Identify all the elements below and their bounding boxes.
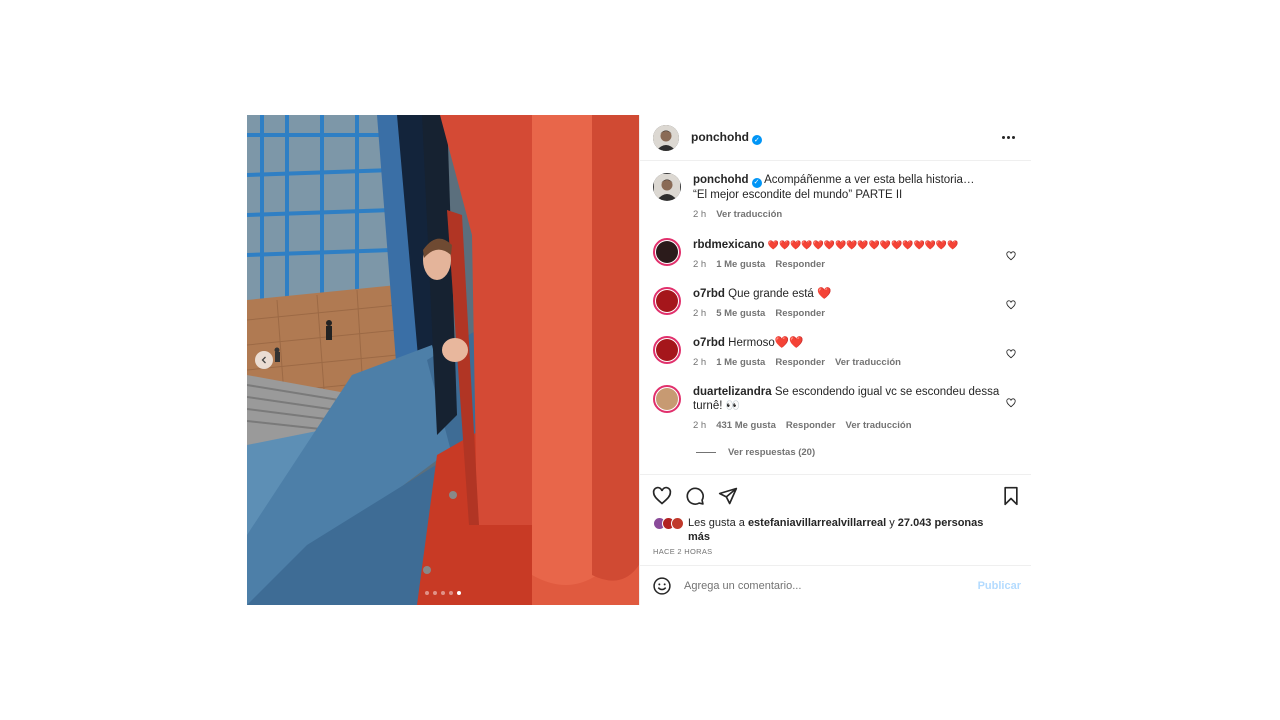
carousel-dot xyxy=(449,591,453,595)
emoji-smile-icon[interactable] xyxy=(652,576,672,596)
likes-summary: Les gusta a estefaniavillarrealvillarrea… xyxy=(640,516,1031,544)
comment-item: duartelizandra Se escondendo igual vc se… xyxy=(653,385,1018,433)
likes-prefix: Les gusta a xyxy=(688,517,745,529)
comment-likes[interactable]: 5 Me gusta xyxy=(716,307,765,321)
liker-avatars[interactable] xyxy=(653,517,684,530)
verified-badge-icon: ✓ xyxy=(751,135,762,145)
commenter-avatar[interactable] xyxy=(653,336,681,364)
comments-list[interactable]: ponchohd ✓ Acompáñenme a ver esta bella h… xyxy=(640,161,1031,474)
see-translation-link[interactable]: Ver traducción xyxy=(716,208,782,222)
like-button[interactable] xyxy=(652,486,672,506)
comment-text: Que grande está ❤️ xyxy=(728,288,832,300)
comment-time: 2 h xyxy=(693,259,707,270)
author-avatar[interactable] xyxy=(653,173,681,201)
dot-icon xyxy=(1012,136,1015,139)
liker-avatar xyxy=(671,517,684,530)
view-replies-button[interactable]: Ver respuestas (20) xyxy=(696,447,1018,458)
comment-text: ❤️❤️❤️❤️❤️❤️❤️❤️❤️❤️❤️❤️❤️❤️❤️❤️❤️ xyxy=(767,240,959,250)
comment-username[interactable]: o7rbd xyxy=(693,337,725,349)
dot-icon xyxy=(1007,136,1010,139)
commenter-avatar[interactable] xyxy=(653,385,681,413)
comment-item: o7rbd Hermoso❤️❤️ 2 h 1 Me gusta Respond… xyxy=(653,336,1018,370)
post-side-panel: ponchohd ✓ ponchohd ✓ Acompáñenme a ver es… xyxy=(639,115,1031,605)
caption-time: 2 h xyxy=(693,209,707,220)
instagram-post: ponchohd ✓ ponchohd ✓ Acompáñenme a ver es… xyxy=(247,115,1031,605)
likes-conjunction: y xyxy=(889,517,895,529)
comment-likes[interactable]: 431 Me gusta xyxy=(716,419,776,433)
comment-text: Hermoso❤️❤️ xyxy=(728,337,804,349)
comment-username[interactable]: rbdmexicano xyxy=(693,239,765,251)
commenter-avatar[interactable] xyxy=(653,238,681,266)
caption-text-line2: “El mejor escondite del mundo” PARTE II xyxy=(693,189,903,201)
comment-input[interactable] xyxy=(684,579,978,592)
carousel-dot xyxy=(441,591,445,595)
carousel-dot xyxy=(425,591,429,595)
caption-text-line1: Acompáñenme a ver esta bella historia… xyxy=(764,174,975,186)
comment-likes[interactable]: 1 Me gusta xyxy=(716,258,765,272)
reply-button[interactable]: Responder xyxy=(775,307,825,321)
see-translation-link[interactable]: Ver traducción xyxy=(835,356,901,370)
like-comment-button[interactable] xyxy=(1006,248,1016,261)
reply-button[interactable]: Responder xyxy=(775,356,825,370)
reply-button[interactable]: Responder xyxy=(775,258,825,272)
heart-icon xyxy=(652,486,672,505)
divider xyxy=(696,452,716,453)
likes-count[interactable]: 27.043 personas xyxy=(898,517,984,529)
comment-username[interactable]: duartelizandra xyxy=(693,386,772,398)
comment-bubble-icon xyxy=(686,486,704,505)
post-header: ponchohd ✓ xyxy=(640,115,1031,161)
carousel-dot xyxy=(433,591,437,595)
comment-time: 2 h xyxy=(693,357,707,368)
like-comment-button[interactable] xyxy=(1006,346,1016,359)
action-bar xyxy=(640,474,1031,516)
publish-button[interactable]: Publicar xyxy=(978,580,1021,592)
author-username[interactable]: ponchohd ✓ xyxy=(691,130,762,145)
verified-badge-icon: ✓ xyxy=(751,178,762,188)
comment-item: rbdmexicano ❤️❤️❤️❤️❤️❤️❤️❤️❤️❤️❤️❤️❤️❤️… xyxy=(653,238,1018,272)
post-photo xyxy=(247,115,639,605)
reply-button[interactable]: Responder xyxy=(786,419,836,433)
more-options-button[interactable] xyxy=(998,132,1019,143)
heart-icon xyxy=(1006,251,1016,261)
carousel-dot-active xyxy=(457,591,461,595)
comment-likes[interactable]: 1 Me gusta xyxy=(716,356,765,370)
add-comment-bar: Publicar xyxy=(640,565,1031,605)
comment-time: 2 h xyxy=(693,308,707,319)
commenter-avatar[interactable] xyxy=(653,287,681,315)
like-comment-button[interactable] xyxy=(1006,395,1016,408)
dot-icon xyxy=(1002,136,1005,139)
save-button[interactable] xyxy=(1001,486,1021,506)
like-comment-button[interactable] xyxy=(1006,297,1016,310)
see-translation-link[interactable]: Ver traducción xyxy=(846,419,912,433)
bookmark-icon xyxy=(1004,486,1018,505)
post-timestamp: HACE 2 HORAS xyxy=(653,547,713,556)
carousel-prev-button[interactable] xyxy=(255,351,273,369)
share-button[interactable] xyxy=(718,486,738,506)
comment-time: 2 h xyxy=(693,420,707,431)
heart-icon xyxy=(1006,300,1016,310)
liker-username[interactable]: estefaniavillarrealvillarreal xyxy=(748,517,886,529)
chevron-left-icon xyxy=(261,356,266,364)
caption-username[interactable]: ponchohd xyxy=(693,174,749,186)
post-media[interactable] xyxy=(247,115,639,605)
author-avatar[interactable] xyxy=(653,124,679,151)
comment-item: o7rbd Que grande está ❤️ 2 h 5 Me gusta … xyxy=(653,287,1018,321)
heart-icon xyxy=(1006,398,1016,408)
comment-button[interactable] xyxy=(685,486,705,506)
comment-username[interactable]: o7rbd xyxy=(693,288,725,300)
heart-icon xyxy=(1006,349,1016,359)
likes-suffix[interactable]: más xyxy=(688,531,710,543)
view-replies-label: Ver respuestas (20) xyxy=(728,447,816,458)
paper-plane-icon xyxy=(718,487,738,504)
carousel-indicator xyxy=(247,591,639,595)
caption: ponchohd ✓ Acompáñenme a ver esta bella h… xyxy=(653,173,1018,222)
